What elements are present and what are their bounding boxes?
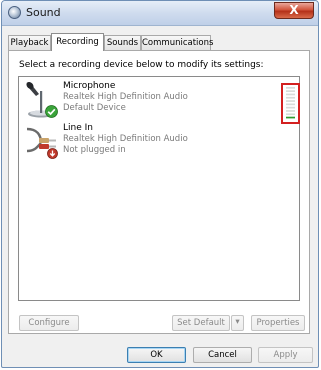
recording-panel: Select a recording device below to modif… (8, 50, 310, 334)
level-segment (286, 90, 295, 92)
tab-playback[interactable]: Playback (8, 35, 51, 50)
device-name: Microphone (63, 81, 116, 91)
tab-communications[interactable]: Communications (141, 35, 213, 50)
line-in-cable-icon (25, 123, 59, 161)
level-segment (286, 93, 295, 96)
apply-button[interactable]: Apply (258, 347, 313, 363)
set-default-dropdown[interactable]: ▾ (231, 315, 244, 331)
device-info: Line In Realtek High Definition Audio No… (63, 123, 188, 156)
level-segment (286, 113, 295, 116)
close-button[interactable]: X (274, 2, 314, 19)
level-segment (286, 87, 295, 89)
device-list[interactable]: Microphone Realtek High Definition Audio… (18, 76, 300, 301)
device-info: Microphone Realtek High Definition Audio… (63, 81, 188, 114)
level-segment (286, 96, 295, 99)
speaker-icon (8, 6, 21, 19)
tab-sounds[interactable]: Sounds (104, 35, 141, 50)
cancel-button[interactable]: Cancel (193, 347, 252, 363)
device-status: Not plugged in (63, 145, 126, 155)
instruction-text: Select a recording device below to modif… (19, 60, 264, 70)
device-driver: Realtek High Definition Audio (63, 92, 188, 102)
level-meter (281, 83, 300, 124)
chevron-down-icon: ▾ (235, 317, 240, 327)
level-segment (286, 106, 295, 109)
device-name: Line In (63, 123, 93, 133)
level-segment (286, 100, 295, 102)
microphone-icon (25, 81, 59, 119)
configure-button[interactable]: Configure (19, 315, 79, 331)
ok-button[interactable]: OK (127, 347, 186, 363)
sound-dialog: Sound X Playback Recording Sounds Commun… (1, 0, 319, 368)
properties-button[interactable]: Properties (251, 315, 305, 331)
device-line-in[interactable]: Line In Realtek High Definition Audio No… (19, 122, 299, 162)
default-check-icon (45, 105, 58, 118)
device-microphone[interactable]: Microphone Realtek High Definition Audio… (19, 80, 300, 124)
level-segment (286, 103, 295, 106)
window-title: Sound (26, 6, 61, 19)
tab-recording[interactable]: Recording (51, 33, 104, 51)
set-default-button[interactable]: Set Default (172, 315, 230, 331)
title-bar[interactable]: Sound X (2, 1, 318, 26)
level-segment (286, 110, 295, 112)
device-driver: Realtek High Definition Audio (63, 134, 188, 144)
level-segment (286, 116, 295, 119)
unplugged-arrow-icon (47, 148, 58, 159)
device-status: Default Device (63, 103, 126, 113)
